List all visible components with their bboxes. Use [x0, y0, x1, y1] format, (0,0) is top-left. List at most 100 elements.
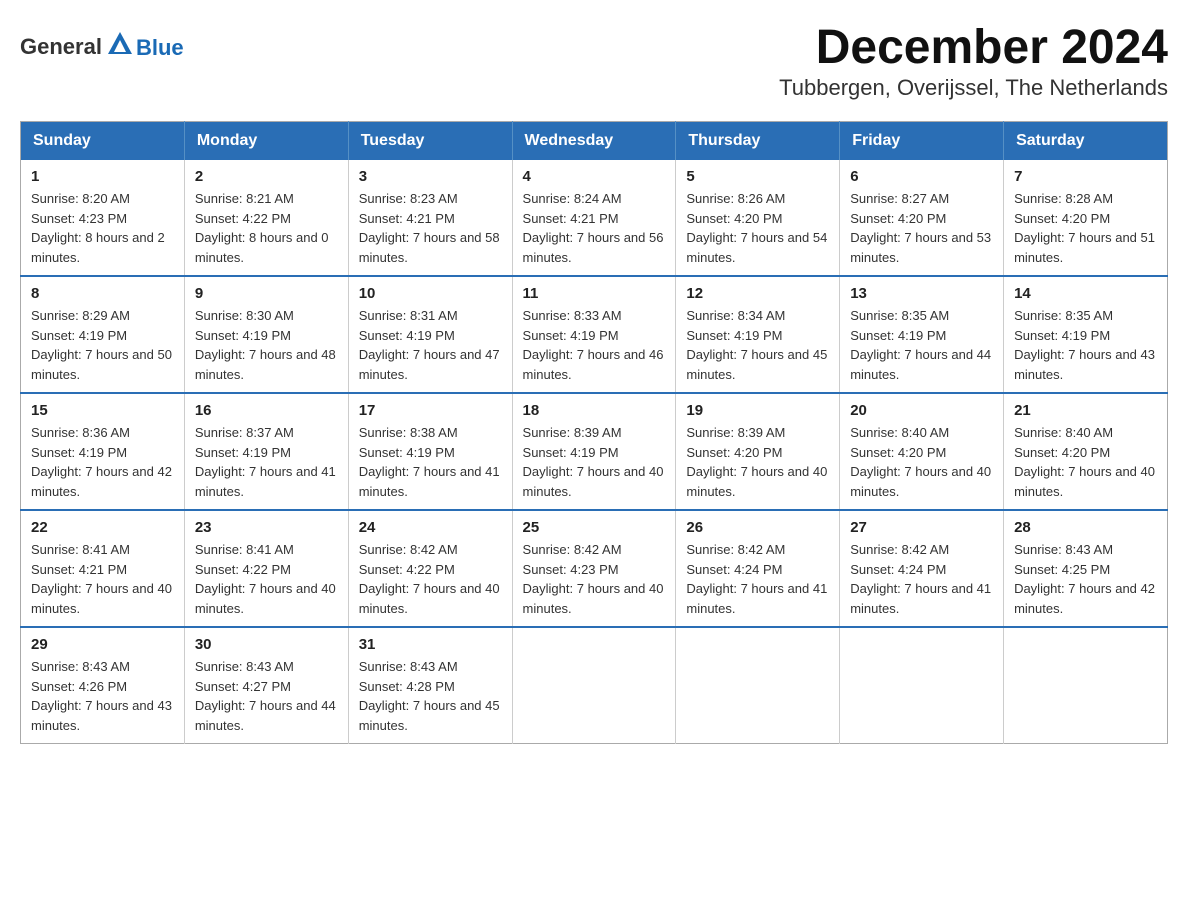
week-row-5: 29 Sunrise: 8:43 AMSunset: 4:26 PMDayligh… — [21, 627, 1168, 744]
day-info: Sunrise: 8:42 AMSunset: 4:24 PMDaylight:… — [850, 542, 991, 616]
day-info: Sunrise: 8:23 AMSunset: 4:21 PMDaylight:… — [359, 191, 500, 265]
day-info: Sunrise: 8:43 AMSunset: 4:25 PMDaylight:… — [1014, 542, 1155, 616]
day-number: 14 — [1014, 285, 1157, 302]
day-number: 2 — [195, 168, 338, 185]
calendar-cell — [676, 627, 840, 744]
day-number: 20 — [850, 402, 993, 419]
calendar-cell: 14Sunrise: 8:35 AMSunset: 4:19 PMDayligh… — [1004, 276, 1168, 393]
day-number: 25 — [523, 519, 666, 536]
calendar-cell — [512, 627, 676, 744]
calendar-cell — [840, 627, 1004, 744]
day-info: Sunrise: 8:35 AMSunset: 4:19 PMDaylight:… — [850, 308, 991, 382]
day-number: 22 — [31, 519, 174, 536]
calendar-cell: 26Sunrise: 8:42 AMSunset: 4:24 PMDayligh… — [676, 510, 840, 627]
day-number: 7 — [1014, 168, 1157, 185]
day-number: 29 — [31, 636, 174, 653]
week-row-2: 8Sunrise: 8:29 AMSunset: 4:19 PMDaylight… — [21, 276, 1168, 393]
calendar-cell: 4Sunrise: 8:24 AMSunset: 4:21 PMDaylight… — [512, 160, 676, 276]
day-info: Sunrise: 8:43 AMSunset: 4:27 PMDaylight:… — [195, 659, 336, 733]
day-number: 23 — [195, 519, 338, 536]
day-number: 24 — [359, 519, 502, 536]
day-number: 9 — [195, 285, 338, 302]
calendar-cell: 15 Sunrise: 8:36 AMSunset: 4:19 PMDayligh… — [21, 393, 185, 510]
day-info: Sunrise: 8:43 AMSunset: 4:28 PMDaylight:… — [359, 659, 500, 733]
day-number: 27 — [850, 519, 993, 536]
day-number: 10 — [359, 285, 502, 302]
calendar-header: SundayMondayTuesdayWednesdayThursdayFrid… — [21, 122, 1168, 161]
calendar-cell: 18 Sunrise: 8:39 AMSunset: 4:19 PMDayligh… — [512, 393, 676, 510]
day-number: 3 — [359, 168, 502, 185]
day-number: 26 — [686, 519, 829, 536]
day-info: Sunrise: 8:30 AMSunset: 4:19 PMDaylight:… — [195, 308, 336, 382]
day-info: Sunrise: 8:26 AMSunset: 4:20 PMDaylight:… — [686, 191, 827, 265]
calendar-cell: 8Sunrise: 8:29 AMSunset: 4:19 PMDaylight… — [21, 276, 185, 393]
calendar-cell: 21 Sunrise: 8:40 AMSunset: 4:20 PMDayligh… — [1004, 393, 1168, 510]
day-number: 19 — [686, 402, 829, 419]
day-number: 13 — [850, 285, 993, 302]
calendar-cell: 29 Sunrise: 8:43 AMSunset: 4:26 PMDayligh… — [21, 627, 185, 744]
day-number: 17 — [359, 402, 502, 419]
calendar-cell: 11 Sunrise: 8:33 AMSunset: 4:19 PMDayligh… — [512, 276, 676, 393]
logo-triangle-icon — [106, 30, 134, 58]
weekday-header-sunday: Sunday — [21, 122, 185, 161]
day-info: Sunrise: 8:20 AMSunset: 4:23 PMDaylight:… — [31, 191, 165, 265]
day-info: Sunrise: 8:42 AMSunset: 4:23 PMDaylight:… — [523, 542, 664, 616]
page-header: General Blue December 2024 Tubbergen, Ov… — [20, 20, 1168, 101]
day-info: Sunrise: 8:41 AMSunset: 4:21 PMDaylight:… — [31, 542, 172, 616]
calendar-cell: 24Sunrise: 8:42 AMSunset: 4:22 PMDayligh… — [348, 510, 512, 627]
day-info: Sunrise: 8:38 AMSunset: 4:19 PMDaylight:… — [359, 425, 500, 499]
day-number: 28 — [1014, 519, 1157, 536]
day-info: Sunrise: 8:33 AMSunset: 4:19 PMDaylight:… — [523, 308, 664, 382]
logo-blue: Blue — [136, 35, 184, 60]
day-number: 31 — [359, 636, 502, 653]
calendar-cell: 13 Sunrise: 8:35 AMSunset: 4:19 PMDayligh… — [840, 276, 1004, 393]
calendar-cell: 25 Sunrise: 8:42 AMSunset: 4:23 PMDayligh… — [512, 510, 676, 627]
calendar-cell: 17 Sunrise: 8:38 AMSunset: 4:19 PMDayligh… — [348, 393, 512, 510]
day-number: 8 — [31, 285, 174, 302]
logo-general: General — [20, 34, 102, 60]
weekday-header-saturday: Saturday — [1004, 122, 1168, 161]
calendar-cell: 12Sunrise: 8:34 AMSunset: 4:19 PMDayligh… — [676, 276, 840, 393]
weekday-header-wednesday: Wednesday — [512, 122, 676, 161]
day-info: Sunrise: 8:31 AMSunset: 4:19 PMDaylight:… — [359, 308, 500, 382]
day-info: Sunrise: 8:43 AMSunset: 4:26 PMDaylight:… — [31, 659, 172, 733]
day-info: Sunrise: 8:36 AMSunset: 4:19 PMDaylight:… — [31, 425, 172, 499]
calendar-cell: 16Sunrise: 8:37 AMSunset: 4:19 PMDayligh… — [184, 393, 348, 510]
title-area: December 2024 Tubbergen, Overijssel, The… — [779, 20, 1168, 101]
weekday-header-monday: Monday — [184, 122, 348, 161]
location-title: Tubbergen, Overijssel, The Netherlands — [779, 75, 1168, 101]
weekday-header-tuesday: Tuesday — [348, 122, 512, 161]
day-info: Sunrise: 8:40 AMSunset: 4:20 PMDaylight:… — [1014, 425, 1155, 499]
calendar-cell: 7Sunrise: 8:28 AMSunset: 4:20 PMDaylight… — [1004, 160, 1168, 276]
weekday-header-row: SundayMondayTuesdayWednesdayThursdayFrid… — [21, 122, 1168, 161]
calendar-cell: 1 Sunrise: 8:20 AMSunset: 4:23 PMDaylight… — [21, 160, 185, 276]
calendar-cell: 6 Sunrise: 8:27 AMSunset: 4:20 PMDaylight… — [840, 160, 1004, 276]
day-number: 6 — [850, 168, 993, 185]
month-title: December 2024 — [779, 20, 1168, 75]
day-number: 5 — [686, 168, 829, 185]
calendar-body: 1 Sunrise: 8:20 AMSunset: 4:23 PMDaylight… — [21, 160, 1168, 744]
day-number: 30 — [195, 636, 338, 653]
day-number: 15 — [31, 402, 174, 419]
day-number: 18 — [523, 402, 666, 419]
weekday-header-friday: Friday — [840, 122, 1004, 161]
day-info: Sunrise: 8:39 AMSunset: 4:19 PMDaylight:… — [523, 425, 664, 499]
day-number: 11 — [523, 285, 666, 302]
day-info: Sunrise: 8:40 AMSunset: 4:20 PMDaylight:… — [850, 425, 991, 499]
day-number: 21 — [1014, 402, 1157, 419]
day-info: Sunrise: 8:21 AMSunset: 4:22 PMDaylight:… — [195, 191, 329, 265]
calendar-cell — [1004, 627, 1168, 744]
day-info: Sunrise: 8:27 AMSunset: 4:20 PMDaylight:… — [850, 191, 991, 265]
day-info: Sunrise: 8:34 AMSunset: 4:19 PMDaylight:… — [686, 308, 827, 382]
logo: General Blue — [20, 30, 184, 63]
day-info: Sunrise: 8:39 AMSunset: 4:20 PMDaylight:… — [686, 425, 827, 499]
week-row-1: 1 Sunrise: 8:20 AMSunset: 4:23 PMDaylight… — [21, 160, 1168, 276]
calendar-table: SundayMondayTuesdayWednesdayThursdayFrid… — [20, 121, 1168, 744]
calendar-cell: 19 Sunrise: 8:39 AMSunset: 4:20 PMDayligh… — [676, 393, 840, 510]
day-number: 1 — [31, 168, 174, 185]
weekday-header-thursday: Thursday — [676, 122, 840, 161]
calendar-cell: 3 Sunrise: 8:23 AMSunset: 4:21 PMDaylight… — [348, 160, 512, 276]
calendar-cell: 27 Sunrise: 8:42 AMSunset: 4:24 PMDayligh… — [840, 510, 1004, 627]
week-row-4: 22 Sunrise: 8:41 AMSunset: 4:21 PMDayligh… — [21, 510, 1168, 627]
day-info: Sunrise: 8:24 AMSunset: 4:21 PMDaylight:… — [523, 191, 664, 265]
